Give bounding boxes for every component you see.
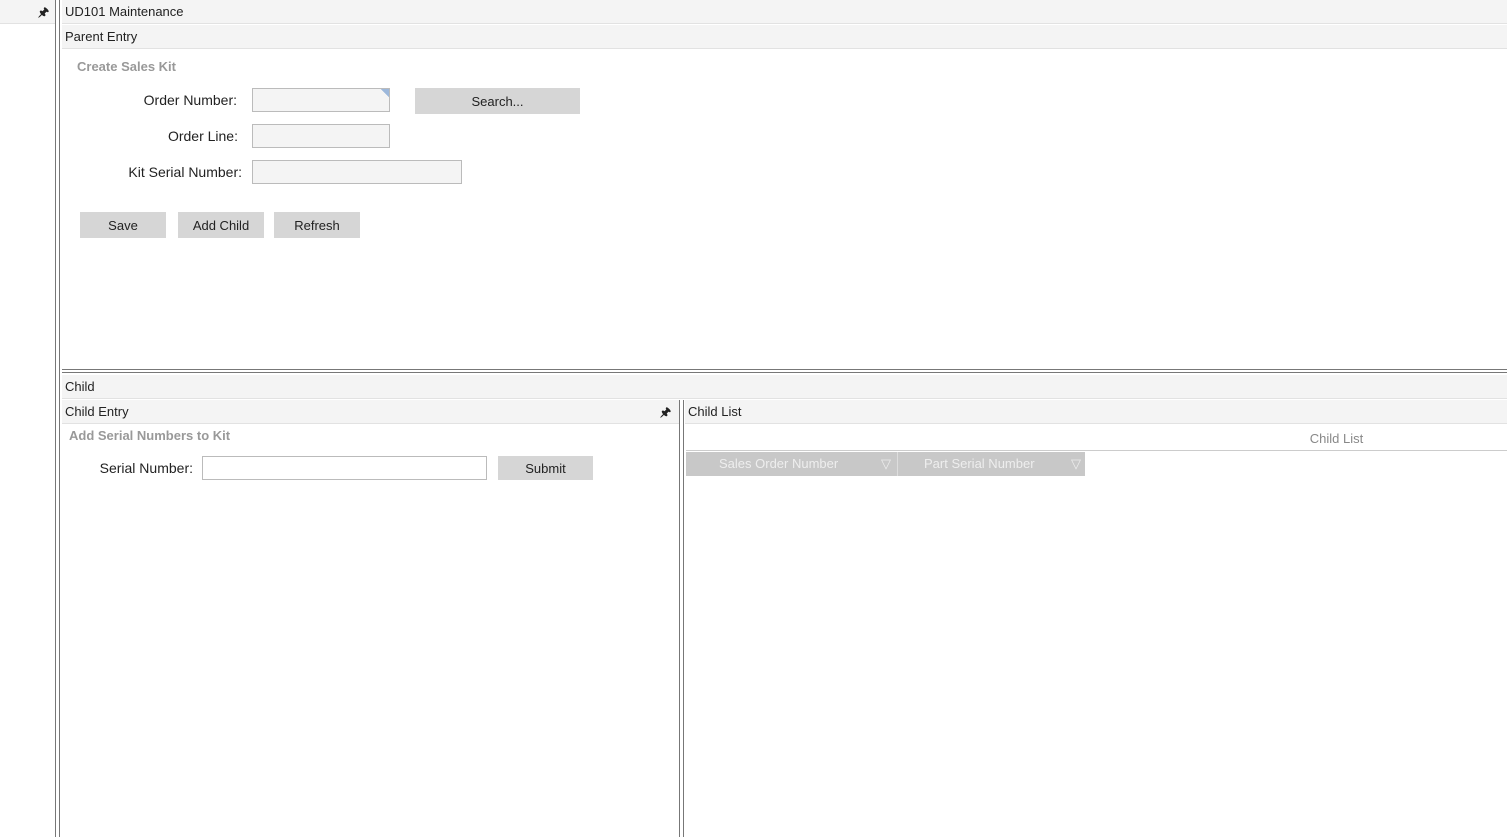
grid-caption: Child List: [686, 430, 1507, 451]
column-label: Part Serial Number: [924, 456, 1035, 471]
dock-splitter[interactable]: [55, 0, 60, 837]
child-list-header: Child List: [685, 400, 1507, 424]
refresh-button[interactable]: Refresh: [274, 212, 360, 238]
group-title: Create Sales Kit: [77, 59, 176, 74]
order-line-label: Order Line:: [167, 128, 238, 144]
save-button[interactable]: Save: [80, 212, 166, 238]
kit-serial-label: Kit Serial Number:: [128, 164, 242, 180]
side-dock-header: 🖈︎: [0, 0, 56, 24]
order-line-input[interactable]: [252, 124, 390, 148]
order-number-input[interactable]: [252, 88, 390, 112]
filter-icon[interactable]: ▽: [1071, 452, 1081, 476]
filter-icon[interactable]: ▽: [881, 452, 891, 476]
serial-number-input[interactable]: [202, 456, 487, 480]
pin-icon[interactable]: 🖈︎: [660, 400, 671, 424]
pin-icon[interactable]: 🖈︎: [38, 0, 49, 24]
vertical-splitter[interactable]: [679, 400, 684, 837]
parent-entry-header: Parent Entry: [62, 25, 1507, 49]
horizontal-splitter[interactable]: [62, 369, 1507, 373]
submit-button[interactable]: Submit: [498, 456, 593, 480]
column-label: Sales Order Number: [719, 456, 839, 471]
window-title: UD101 Maintenance: [62, 0, 1507, 24]
group-title: Add Serial Numbers to Kit: [69, 428, 231, 443]
kit-serial-input[interactable]: [252, 160, 462, 184]
search-button[interactable]: Search...: [415, 88, 580, 114]
order-number-label: Order Number:: [143, 92, 237, 108]
child-entry-title: Child Entry: [65, 404, 129, 419]
serial-number-label: Serial Number:: [99, 460, 193, 476]
column-header-part-serial-number[interactable]: Part Serial Number ▽: [898, 452, 1085, 476]
child-header: Child: [62, 375, 1507, 399]
column-header-sales-order-number[interactable]: Sales Order Number ▽: [686, 452, 898, 476]
child-entry-header: Child Entry 🖈︎: [62, 400, 680, 424]
add-child-button[interactable]: Add Child: [178, 212, 264, 238]
